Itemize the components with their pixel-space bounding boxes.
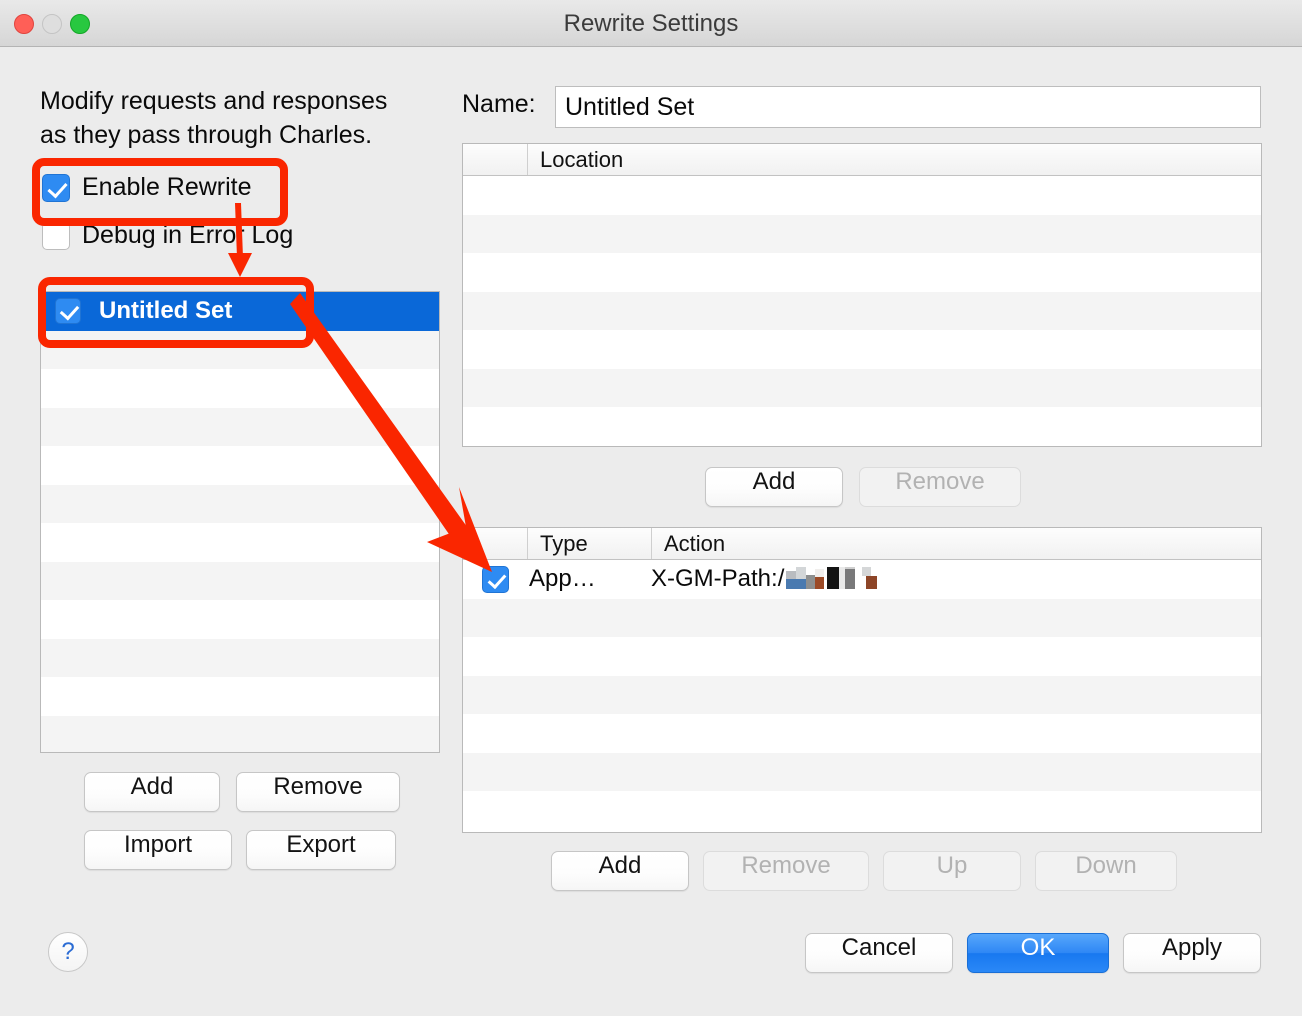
list-item[interactable]: [41, 369, 439, 408]
add-rule-button[interactable]: Add: [551, 851, 689, 891]
list-item[interactable]: [41, 561, 439, 600]
remove-set-button[interactable]: Remove: [236, 772, 400, 812]
list-item[interactable]: [41, 677, 439, 716]
location-table[interactable]: Location: [462, 143, 1262, 447]
set-item-label: Untitled Set: [99, 297, 233, 325]
list-item[interactable]: [41, 523, 439, 562]
rewrite-sets-list[interactable]: Untitled Set: [40, 291, 440, 753]
list-item[interactable]: [41, 407, 439, 446]
move-rule-up-button: Up: [883, 851, 1021, 891]
rules-table[interactable]: Type Action App… X-GM-Path:/: [462, 527, 1262, 833]
enable-rewrite-checkbox[interactable]: [42, 173, 70, 202]
help-icon[interactable]: ?: [48, 932, 88, 972]
action-column-header[interactable]: Action: [651, 528, 725, 559]
location-checkbox-column-header: [463, 144, 527, 175]
window-title: Rewrite Settings: [563, 10, 739, 37]
rewrite-settings-window: Rewrite Settings Modify requests and res…: [0, 0, 1302, 1016]
location-column-header[interactable]: Location: [527, 144, 623, 175]
type-column-header[interactable]: Type: [527, 528, 651, 559]
table-row[interactable]: [463, 637, 1261, 676]
add-set-button[interactable]: Add: [84, 772, 220, 812]
table-row[interactable]: [463, 598, 1261, 637]
table-row[interactable]: [463, 330, 1261, 369]
debug-error-log-label: Debug in Error Log: [82, 221, 294, 249]
name-label: Name:: [462, 90, 536, 118]
description-text: Modify requests and responses as they pa…: [40, 87, 388, 149]
table-row[interactable]: [463, 791, 1261, 830]
table-row[interactable]: [463, 214, 1261, 253]
table-row[interactable]: [463, 675, 1261, 714]
table-row[interactable]: [463, 752, 1261, 791]
redacted-value-icon: [786, 567, 878, 591]
rule-enabled-cell[interactable]: [463, 565, 527, 593]
rules-table-header: Type Action: [463, 528, 1261, 560]
name-input[interactable]: Untitled Set: [555, 86, 1261, 128]
table-row[interactable]: [463, 407, 1261, 446]
table-row[interactable]: [463, 291, 1261, 330]
list-item[interactable]: [41, 600, 439, 639]
export-button[interactable]: Export: [246, 830, 396, 870]
remove-rule-button: Remove: [703, 851, 869, 891]
debug-error-log-checkbox[interactable]: [42, 221, 70, 250]
list-item[interactable]: [41, 446, 439, 485]
title-bar: Rewrite Settings: [0, 0, 1302, 47]
cancel-button[interactable]: Cancel: [805, 933, 953, 973]
rules-checkbox-column-header: [463, 528, 527, 559]
remove-location-button: Remove: [859, 467, 1021, 507]
table-row[interactable]: [463, 368, 1261, 407]
enable-rewrite-row[interactable]: Enable Rewrite: [42, 173, 252, 202]
table-row[interactable]: App… X-GM-Path:/: [463, 560, 1261, 599]
list-item[interactable]: [41, 330, 439, 369]
rule-action-cell: X-GM-Path:/: [651, 565, 878, 593]
table-row[interactable]: [463, 176, 1261, 215]
list-item[interactable]: [41, 715, 439, 752]
set-enabled-checkbox[interactable]: [55, 298, 81, 325]
ok-button[interactable]: OK: [967, 933, 1109, 973]
enable-rewrite-label: Enable Rewrite: [82, 173, 252, 201]
list-item[interactable]: Untitled Set: [41, 292, 439, 331]
rule-type-cell: App…: [529, 565, 596, 593]
location-table-header: Location: [463, 144, 1261, 176]
list-item[interactable]: [41, 484, 439, 523]
table-row[interactable]: [463, 253, 1261, 292]
add-location-button[interactable]: Add: [705, 467, 843, 507]
table-row[interactable]: [463, 714, 1261, 753]
move-rule-down-button: Down: [1035, 851, 1177, 891]
rule-action-text: X-GM-Path:/: [651, 565, 785, 593]
set-item-untitled-set[interactable]: Untitled Set: [41, 292, 439, 331]
list-item[interactable]: [41, 638, 439, 677]
import-button[interactable]: Import: [84, 830, 232, 870]
rule-enabled-checkbox[interactable]: [481, 565, 509, 593]
apply-button[interactable]: Apply: [1123, 933, 1261, 973]
debug-error-log-row[interactable]: Debug in Error Log: [42, 221, 293, 250]
